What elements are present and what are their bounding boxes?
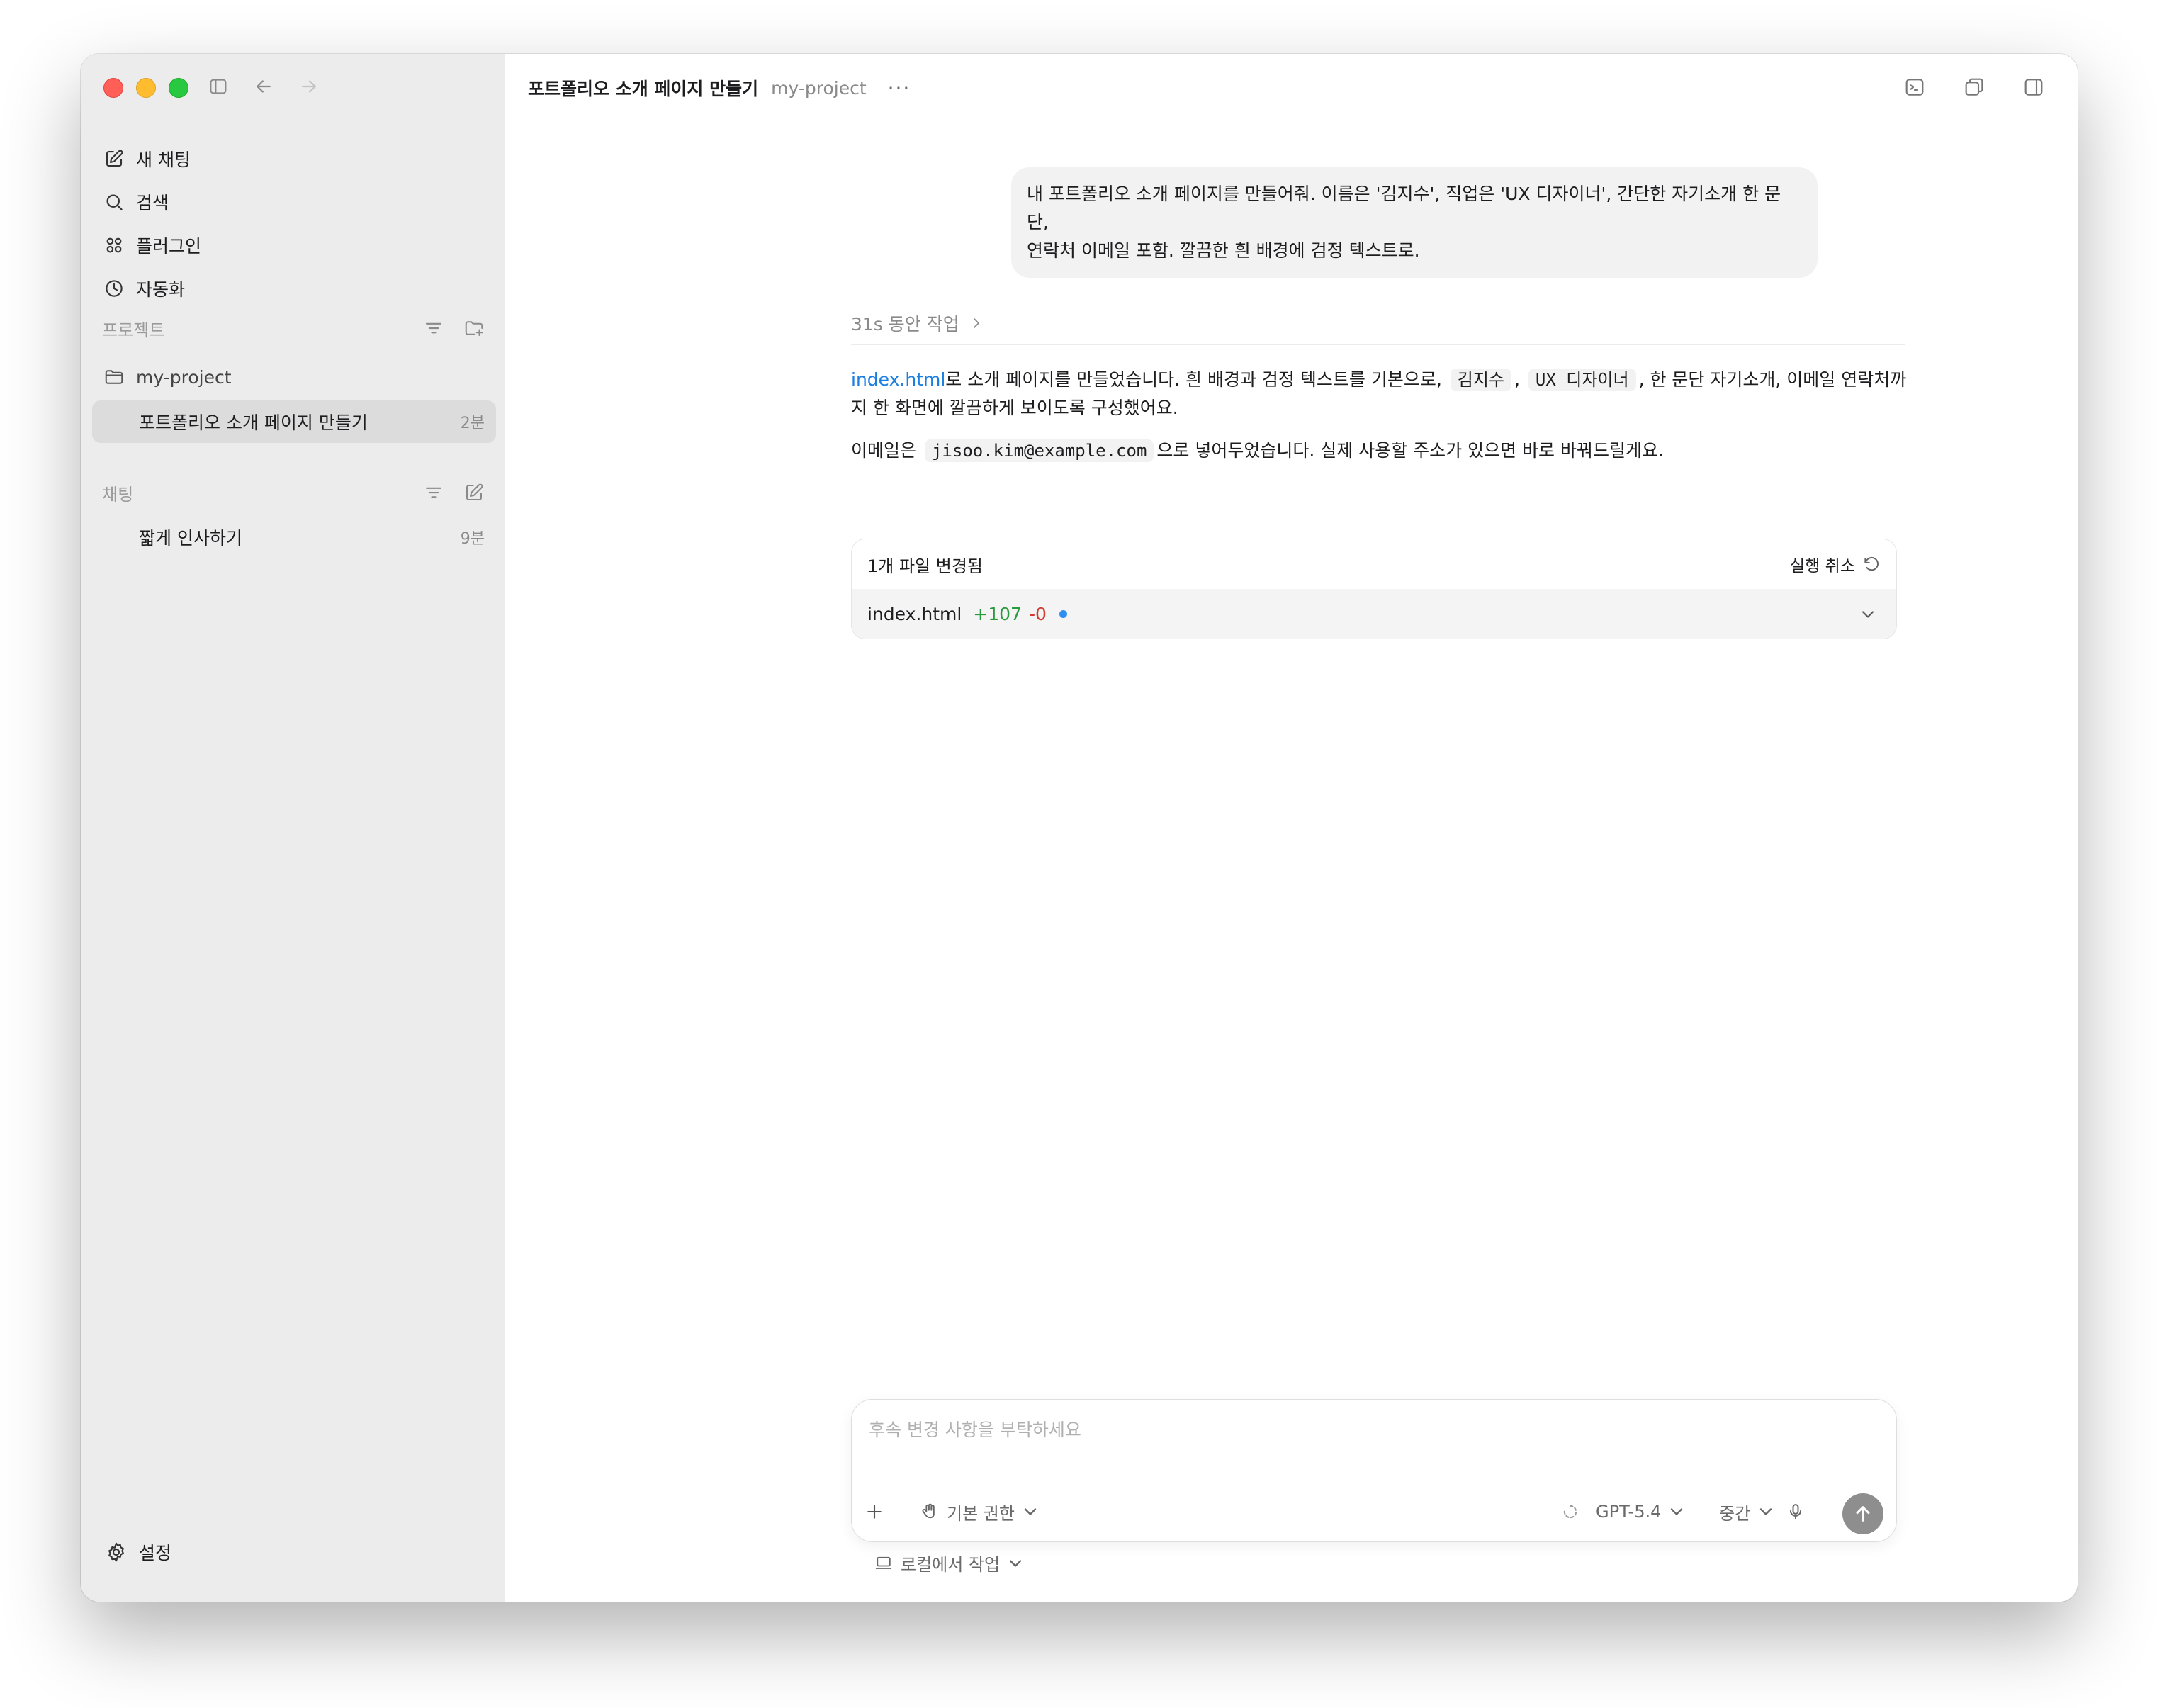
minimize-window-button[interactable] [136,78,156,98]
response-paragraph: 이메일은 jisoo.kim@example.com 으로 넣어두었습니다. 실제… [851,437,1914,465]
right-panel-toggle-icon[interactable] [2020,74,2047,101]
unsaved-dot [1059,609,1067,618]
project-folder-label: my-project [136,366,232,388]
nav-plugins-label: 플러그인 [136,236,202,257]
thread-time: 9분 [460,530,485,548]
project-folder-my-project[interactable]: my-project [103,359,232,395]
chevron-down-icon [1862,611,1874,618]
file-link[interactable]: index.html [851,369,945,390]
thread-short-greeting[interactable]: 짧게 인사하기 9분 [92,516,496,558]
nav-search[interactable]: 검색 [103,184,169,220]
settings-button[interactable]: 설정 [105,1539,171,1565]
response-paragraph: index.html로 소개 페이지를 만들었습니다. 흰 배경과 검정 텍스트… [851,366,1914,422]
composer: 기본 권한 GPT-5.4 중간 [851,1399,1897,1542]
nav-automation-label: 자동화 [136,279,186,300]
gear-icon [108,1542,124,1562]
user-message: 내 포트폴리오 소개 페이지를 만들어줘. 이름은 '김지수', 직업은 'UX… [1011,167,1818,278]
divider [851,344,1905,345]
undo-icon [1864,556,1879,571]
terminal-icon[interactable] [1901,74,1928,101]
assistant-response: index.html로 소개 페이지를 만들었습니다. 흰 배경과 검정 텍스트… [851,366,1914,479]
permissions-dropdown[interactable]: 기본 권한 [920,1496,1040,1527]
work-location-label: 로컬에서 작업 [901,1555,1001,1575]
files-changed-card: 1개 파일 변경됨 실행 취소 index.html +107 -0 [851,539,1897,639]
sidebar: 새 채팅 검색 플러그인 자동화 프로젝트 my-project 포트폴리오 소… [81,54,505,1602]
edit-icon [106,150,123,167]
thread-portfolio-page[interactable]: 포트폴리오 소개 페이지 만들기 2분 [92,400,496,443]
nav-new-chat[interactable]: 새 채팅 [103,140,191,177]
chevron-down-icon [1009,1559,1022,1567]
microphone-icon [1790,1504,1801,1519]
folder-icon [105,370,123,384]
app-window: 새 채팅 검색 플러그인 자동화 프로젝트 my-project 포트폴리오 소… [81,54,2078,1602]
nav-plugins[interactable]: 플러그인 [103,227,201,264]
loading-spinner-icon [1560,1496,1580,1527]
new-chat-icon[interactable] [463,482,485,503]
clock-icon [106,280,123,297]
plugins-icon [106,237,122,253]
chevron-right-icon [973,318,979,328]
response-text: 으로 넣어두었습니다. 실제 사용할 주소가 있으면 바로 바꿔드릴게요. [1156,440,1664,461]
close-window-button[interactable] [103,78,123,98]
thread-time: 2분 [460,415,485,432]
laptop-icon [875,1556,892,1569]
project-name: my-project [771,77,867,99]
files-changed-header: 1개 파일 변경됨 실행 취소 [852,539,1896,589]
projects-section-label: 프로젝트 [102,320,165,340]
followup-input[interactable] [866,1414,1885,1445]
page-title: 포트폴리오 소개 페이지 만들기 [528,79,759,99]
lines-removed: -0 [1028,603,1047,624]
worked-duration-label: 31s 동안 작업 [851,314,959,335]
model-dropdown[interactable]: GPT-5.4 [1596,1496,1686,1527]
changed-file-row[interactable]: index.html +107 -0 [852,589,1896,639]
undo-button[interactable]: 실행 취소 [1790,552,1881,576]
thread-title: 포트폴리오 소개 페이지 만들기 [139,412,368,433]
chevron-down-icon [1024,1508,1037,1515]
files-changed-title: 1개 파일 변경됨 [867,556,984,576]
response-text: , [1514,369,1520,390]
plus-icon [867,1505,882,1519]
nav-search-label: 검색 [136,193,169,213]
inline-code: jisoo.kim@example.com [924,439,1154,462]
file-name: index.html [867,603,962,624]
lines-added: +107 [973,603,1022,624]
send-button[interactable] [1842,1493,1883,1534]
filter-icon[interactable] [423,482,444,503]
user-message-line: 연락처 이메일 포함. 깔끔한 흰 배경에 검정 텍스트로. [1027,240,1420,261]
response-text: 로 소개 페이지를 만들었습니다. 흰 배경과 검정 텍스트를 기본으로, [945,369,1442,390]
model-label: GPT-5.4 [1596,1502,1662,1522]
chevron-down-icon [1671,1508,1683,1515]
arrow-up-icon [1856,1506,1870,1522]
worked-duration-toggle[interactable]: 31s 동안 작업 [851,310,985,336]
header: 포트폴리오 소개 페이지 만들기 my-project ··· [528,72,911,103]
chats-section-label: 채팅 [102,485,134,505]
maximize-window-button[interactable] [169,78,188,98]
back-arrow-icon[interactable] [251,74,276,99]
forward-arrow-icon[interactable] [296,74,322,99]
work-location-dropdown[interactable]: 로컬에서 작업 [874,1551,1032,1575]
inline-code: UX 디자이너 [1528,369,1636,391]
main-panel: 포트폴리오 소개 페이지 만들기 my-project ··· 내 포트폴리오 … [505,54,2078,1602]
chevron-down-icon [1760,1508,1772,1515]
permissions-label: 기본 권한 [947,1503,1015,1524]
add-attachment-button[interactable] [865,1496,884,1527]
microphone-button[interactable] [1786,1496,1806,1527]
nav-automation[interactable]: 자동화 [103,270,185,307]
effort-label: 중간 [1719,1503,1751,1524]
filter-icon[interactable] [423,318,444,339]
undo-label: 실행 취소 [1790,557,1855,575]
thread-title: 짧게 인사하기 [139,528,242,549]
effort-dropdown[interactable]: 중간 [1719,1496,1776,1527]
copy-window-icon[interactable] [1961,74,1988,101]
settings-label: 설정 [139,1543,172,1563]
more-options-button[interactable]: ··· [888,77,911,100]
inline-code: 김지수 [1450,369,1511,391]
hand-icon [922,1503,935,1519]
nav-new-chat-label: 새 채팅 [136,150,191,170]
new-project-folder-icon[interactable] [463,318,485,339]
sidebar-toggle-icon[interactable] [205,74,231,99]
search-icon [106,194,123,210]
user-message-line: 내 포트폴리오 소개 페이지를 만들어줘. 이름은 '김지수', 직업은 'UX… [1027,184,1781,232]
response-text: 이메일은 [851,440,917,461]
